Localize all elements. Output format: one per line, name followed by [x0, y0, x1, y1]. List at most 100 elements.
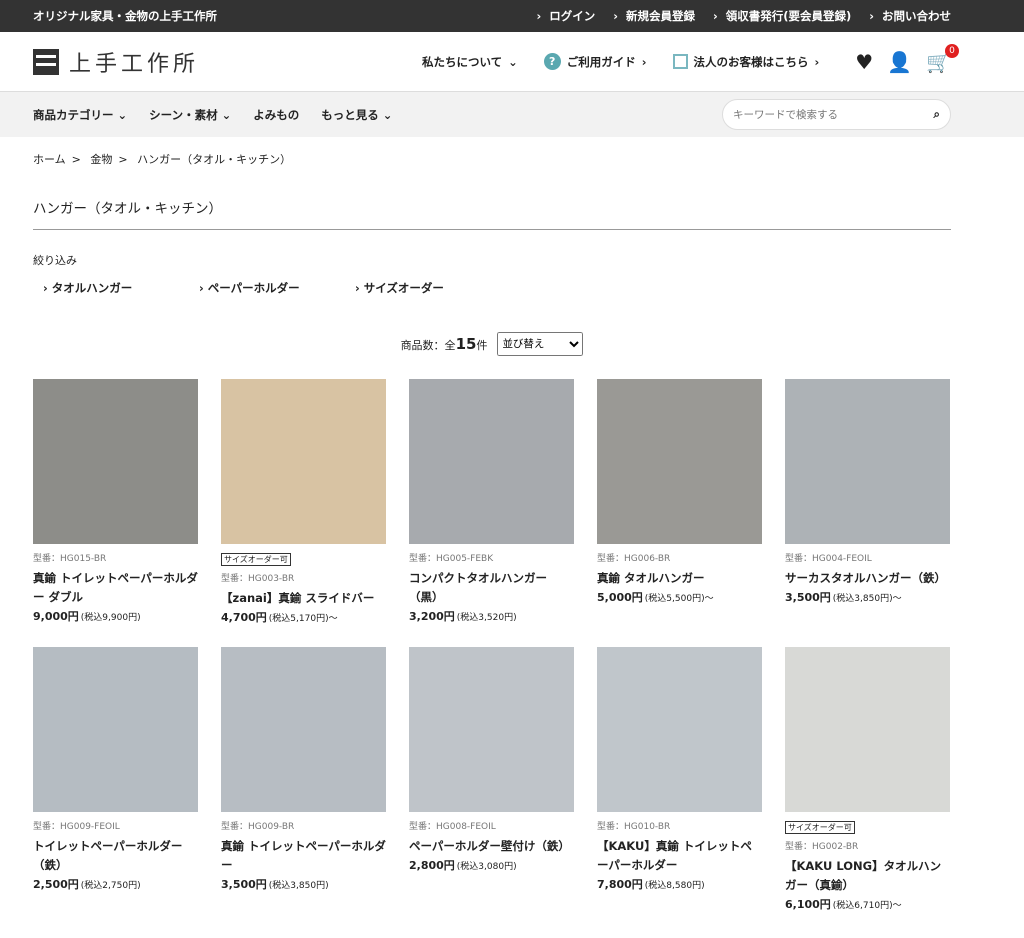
category-nav: 商品カテゴリー ⌄ シーン・素材 ⌄ よみもの もっと見る ⌄ ⌕ — [0, 92, 1024, 137]
product-image[interactable] — [597, 647, 762, 812]
product-card[interactable]: 型番：HG006-BR 真鍮 タオルハンガー 5,000円 (税込5,500円)〜 — [597, 379, 762, 625]
product-card[interactable]: 型番：HG004-FEOIL サーカスタオルハンガー（鉄） 3,500円 (税込3… — [785, 379, 950, 625]
more-menu[interactable]: もっと見る ⌄ — [321, 107, 392, 123]
product-image[interactable] — [33, 379, 198, 544]
scene-menu[interactable]: シーン・素材 ⌄ — [149, 107, 231, 123]
guide-label: ご利用ガイド — [566, 54, 636, 69]
product-image[interactable] — [785, 647, 950, 812]
product-code: 型番：HG008-FEOIL — [409, 822, 496, 832]
about-label: 私たちについて — [421, 54, 503, 69]
product-grid: 型番：HG015-BR 真鍮 トイレットペーパーホルダー ダブル 9,000円(… — [33, 379, 951, 912]
product-card[interactable]: 型番：HG010-BR 【KAKU】真鍮 トイレットペーパーホルダー 7,800… — [597, 647, 762, 912]
product-image[interactable] — [597, 379, 762, 544]
size-order-badge: サイズオーダー可 — [221, 553, 291, 566]
about-menu[interactable]: 私たちについて ⌄ — [422, 54, 518, 70]
product-name[interactable]: 【zanai】真鍮 スライドバー — [221, 589, 386, 608]
category-menu[interactable]: 商品カテゴリー ⌄ — [33, 107, 127, 123]
product-card[interactable]: サイズオーダー可 型番：HG003-BR 【zanai】真鍮 スライドバー 4,… — [221, 379, 386, 625]
product-image[interactable] — [33, 647, 198, 812]
product-code: 型番：HG005-FEBK — [409, 554, 494, 564]
product-price: 7,800円 (税込8,580円) — [597, 878, 705, 891]
sort-bar: 商品数：全15件 並び替え — [33, 332, 951, 356]
cart-badge: 0 — [945, 43, 959, 58]
logo-mark-icon — [33, 48, 59, 75]
product-name[interactable]: 真鍮 トイレットペーパーホルダー — [221, 837, 386, 875]
product-image[interactable] — [785, 379, 950, 544]
product-price: 5,000円 (税込5,500円)〜 — [597, 591, 714, 604]
chevron-right-icon: › — [814, 54, 820, 69]
product-card[interactable]: 型番：HG015-BR 真鍮 トイレットペーパーホルダー ダブル 9,000円(… — [33, 379, 198, 625]
receipt-link[interactable]: 領収書発行(要会員登録) — [713, 8, 852, 24]
product-price: 3,500円 (税込3,850円)〜 — [785, 591, 902, 604]
logo-text: 上手工作所 — [69, 51, 200, 77]
product-code: 型番：HG010-BR — [597, 822, 671, 832]
search-input[interactable] — [733, 108, 934, 121]
product-name[interactable]: 【KAKU】真鍮 トイレットペーパーホルダー — [597, 837, 762, 875]
product-price: 4,700円 (税込5,170円)〜 — [221, 611, 338, 624]
filter-size-order[interactable]: サイズオーダー — [345, 280, 501, 296]
product-image[interactable] — [409, 379, 574, 544]
product-card[interactable]: 型番：HG009-BR 真鍮 トイレットペーパーホルダー 3,500円 (税込3,… — [221, 647, 386, 912]
site-tagline: オリジナル家具・金物の上手工作所 — [33, 9, 217, 23]
product-image[interactable] — [409, 647, 574, 812]
product-code: 型番：HG004-FEOIL — [785, 554, 872, 564]
top-bar: オリジナル家具・金物の上手工作所 ログイン 新規会員登録 領収書発行(要会員登録… — [0, 0, 1024, 32]
product-price: 2,500円 (税込2,750円) — [33, 878, 141, 891]
heart-icon[interactable]: ♥ — [855, 50, 873, 74]
product-code: 型番：HG009-FEOIL — [33, 822, 120, 832]
login-link[interactable]: ログイン — [536, 8, 595, 24]
product-name[interactable]: 【KAKU LONG】タオルハンガー（真鍮） — [785, 857, 950, 895]
product-price: 6,100円 (税込6,710円)〜 — [785, 898, 902, 911]
product-name[interactable]: サーカスタオルハンガー（鉄） — [785, 569, 950, 588]
product-name[interactable]: トイレットペーパーホルダー（鉄） — [33, 837, 198, 875]
guide-link[interactable]: ? ご利用ガイド › — [543, 53, 647, 70]
product-name[interactable]: ペーパーホルダー壁付け（鉄） — [409, 837, 574, 856]
contact-link[interactable]: お問い合わせ — [869, 8, 951, 24]
product-card[interactable]: サイズオーダー可 型番：HG002-BR 【KAKU LONG】タオルハンガー（… — [785, 647, 950, 912]
product-price: 9,000円 (税込9,900円) — [33, 610, 141, 623]
product-code: 型番：HG015-BR — [33, 554, 107, 564]
user-icon[interactable]: 👤 — [887, 50, 912, 74]
product-code: 型番：HG009-BR — [221, 822, 295, 832]
breadcrumb-hardware[interactable]: 金物 — [90, 153, 112, 166]
product-name[interactable]: 真鍮 トイレットペーパーホルダー ダブル — [33, 569, 198, 607]
product-name[interactable]: 真鍮 タオルハンガー — [597, 569, 762, 588]
search-box: ⌕ — [722, 99, 951, 130]
product-price: 3,500円 (税込3,850円) — [221, 878, 329, 891]
business-label: 法人のお客様はこちら — [693, 54, 809, 69]
scene-label: シーン・素材 — [149, 107, 218, 122]
page-title: ハンガー（タオル・キッチン） — [33, 197, 951, 230]
product-card[interactable]: 型番：HG009-FEOIL トイレットペーパーホルダー（鉄） 2,500円 (税… — [33, 647, 198, 912]
building-icon — [672, 54, 688, 69]
product-image[interactable] — [221, 647, 386, 812]
category-label: 商品カテゴリー — [33, 107, 114, 122]
product-code: 型番：HG002-BR — [785, 842, 859, 852]
product-card[interactable]: 型番：HG008-FEOIL ペーパーホルダー壁付け（鉄） 2,800円 (税込3… — [409, 647, 574, 912]
question-icon: ? — [543, 53, 561, 70]
filter-options: タオルハンガー ペーパーホルダー サイズオーダー — [33, 280, 951, 296]
top-links: ログイン 新規会員登録 領収書発行(要会員登録) お問い合わせ — [536, 8, 951, 24]
site-header: 上手工作所 私たちについて ⌄ ? ご利用ガイド › 法人のお客様はこちら › ♥ 👤 … — [0, 32, 1024, 92]
search-icon[interactable]: ⌕ — [934, 107, 940, 122]
product-name[interactable]: コンパクトタオルハンガー（黒） — [409, 569, 574, 607]
cart-icon[interactable]: 🛒 0 — [926, 43, 959, 74]
breadcrumb-home[interactable]: ホーム — [33, 153, 66, 166]
sort-select[interactable]: 並び替え — [497, 332, 584, 356]
filter-towel-hanger[interactable]: タオルハンガー — [33, 280, 189, 296]
breadcrumb-current: ハンガー（タオル・キッチン） — [137, 153, 292, 166]
more-label: もっと見る — [321, 107, 379, 122]
chevron-down-icon: ⌄ — [508, 54, 518, 69]
register-link[interactable]: 新規会員登録 — [613, 8, 695, 24]
filter-paper-holder[interactable]: ペーパーホルダー — [189, 280, 345, 296]
size-order-badge: サイズオーダー可 — [785, 821, 855, 834]
product-image[interactable] — [221, 379, 386, 544]
header-icons: ♥ 👤 🛒 0 — [855, 43, 959, 74]
business-link[interactable]: 法人のお客様はこちら › — [672, 54, 820, 70]
reading-link[interactable]: よみもの — [253, 107, 299, 123]
header-nav: 私たちについて ⌄ ? ご利用ガイド › 法人のお客様はこちら › — [422, 53, 819, 70]
logo[interactable]: 上手工作所 — [33, 46, 199, 78]
product-price: 2,800円 (税込3,080円) — [409, 859, 517, 872]
product-card[interactable]: 型番：HG005-FEBK コンパクトタオルハンガー（黒） 3,200円 (税込3… — [409, 379, 574, 625]
breadcrumb: ホーム > 金物 > ハンガー（タオル・キッチン） — [33, 153, 292, 166]
product-code: 型番：HG006-BR — [597, 554, 671, 564]
